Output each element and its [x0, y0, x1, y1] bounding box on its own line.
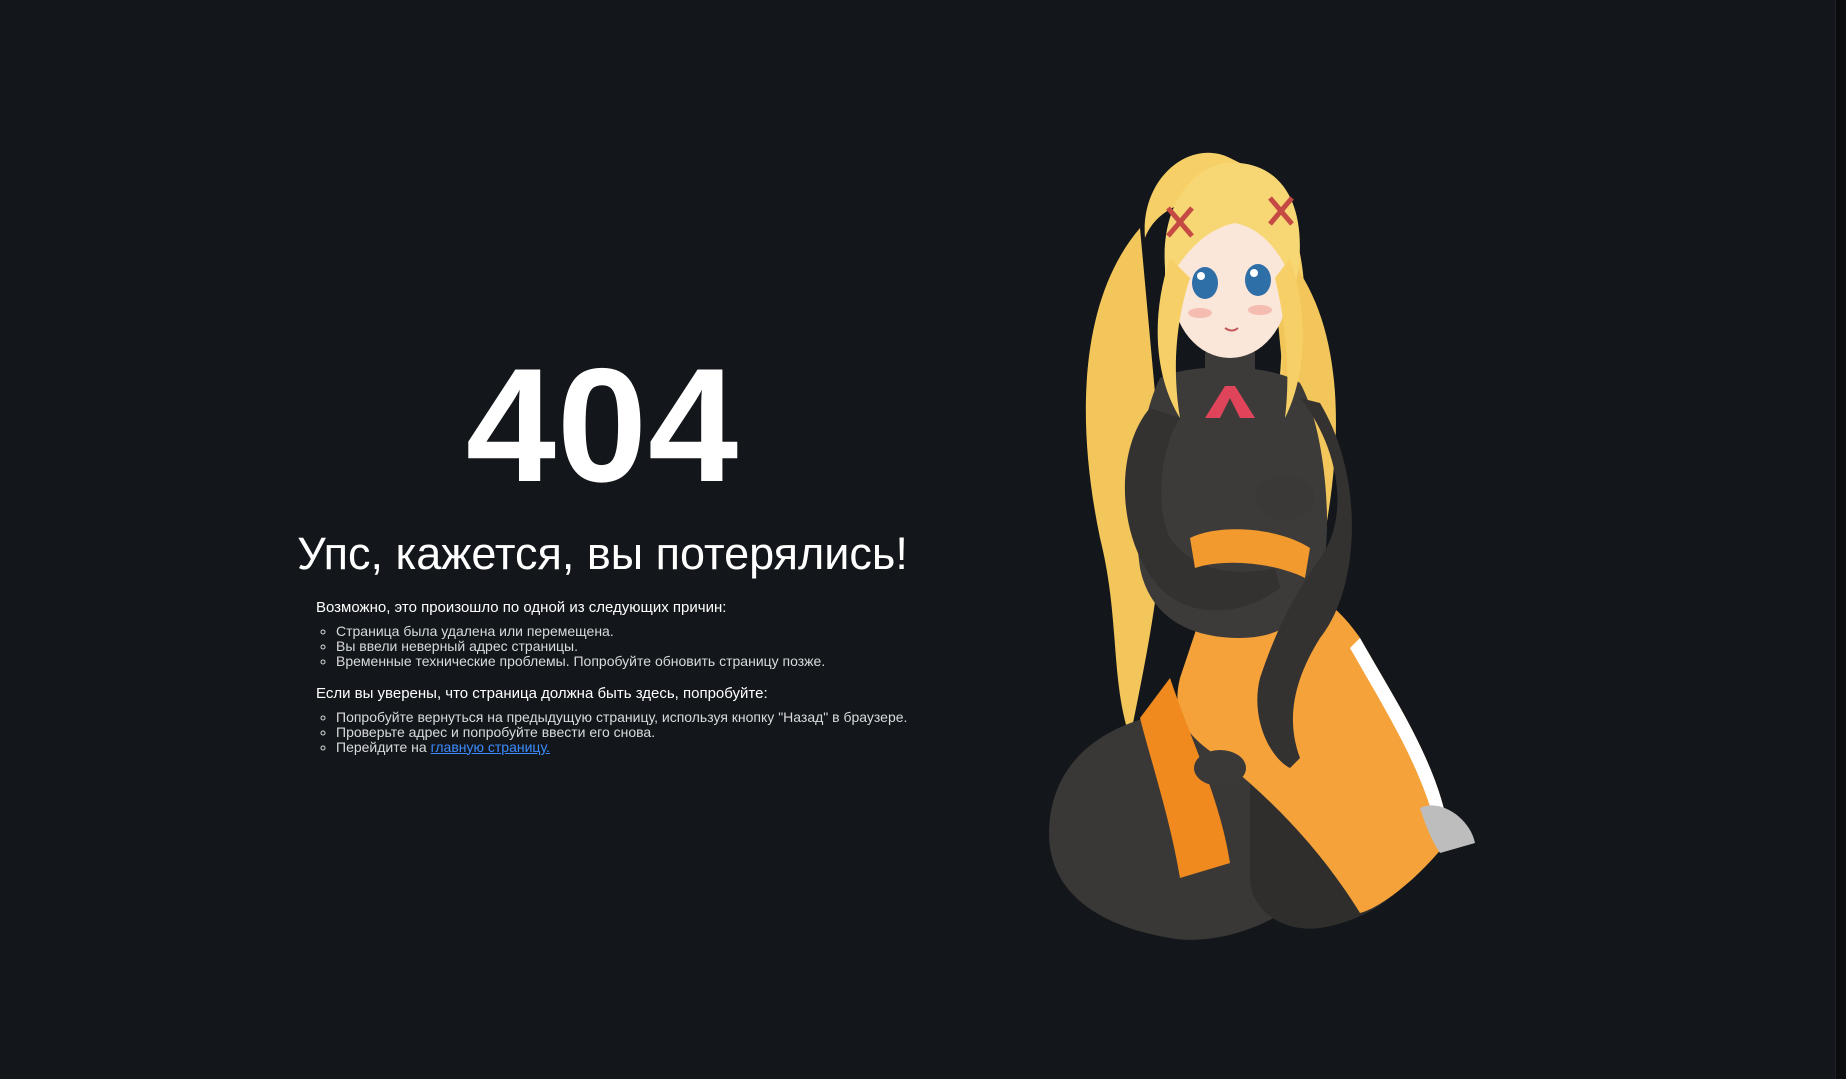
reasons-block: Возможно, это произошло по одной из след…: [316, 599, 915, 755]
reason-item: Временные технические проблемы. Попробуй…: [336, 653, 915, 669]
suggestion-home-prefix: Перейдите на: [336, 738, 431, 755]
error-code: 404: [465, 335, 740, 516]
error-headline: Упс, кажется, вы потерялись!: [297, 528, 908, 579]
reasons-list: Страница была удалена или перемещена. Вы…: [316, 623, 915, 669]
home-page-link[interactable]: главную страницу.: [431, 739, 550, 755]
anime-character-illustration: [1049, 152, 1475, 940]
page: 404 Упс, кажется, вы потерялись! Возможн…: [0, 0, 1846, 1079]
left-eye-shape: [1192, 267, 1218, 299]
suggestion-item-home: Перейдите на главную страницу.: [336, 738, 915, 755]
reason-item: Страница была удалена или перемещена.: [336, 623, 915, 639]
reasons-lead: Возможно, это произошло по одной из след…: [316, 598, 727, 616]
right-eye-shape: [1245, 264, 1271, 296]
left-glove-shape: [1255, 476, 1315, 520]
error-content: 404 Упс, кажется, вы потерялись! Возможн…: [290, 345, 915, 755]
suggestions-list: Попробуйте вернуться на предыдущую стран…: [316, 709, 915, 755]
suggestion-item: Попробуйте вернуться на предыдущую стран…: [336, 709, 915, 725]
suggestions-lead: Если вы уверены, что страница должна быт…: [316, 684, 768, 702]
suggestion-item: Проверьте адрес и попробуйте ввести его …: [336, 724, 915, 740]
scrollbar-track[interactable]: [1835, 0, 1846, 1079]
reason-item: Вы ввели неверный адрес страницы.: [336, 638, 915, 654]
right-glove-shape: [1194, 750, 1246, 786]
